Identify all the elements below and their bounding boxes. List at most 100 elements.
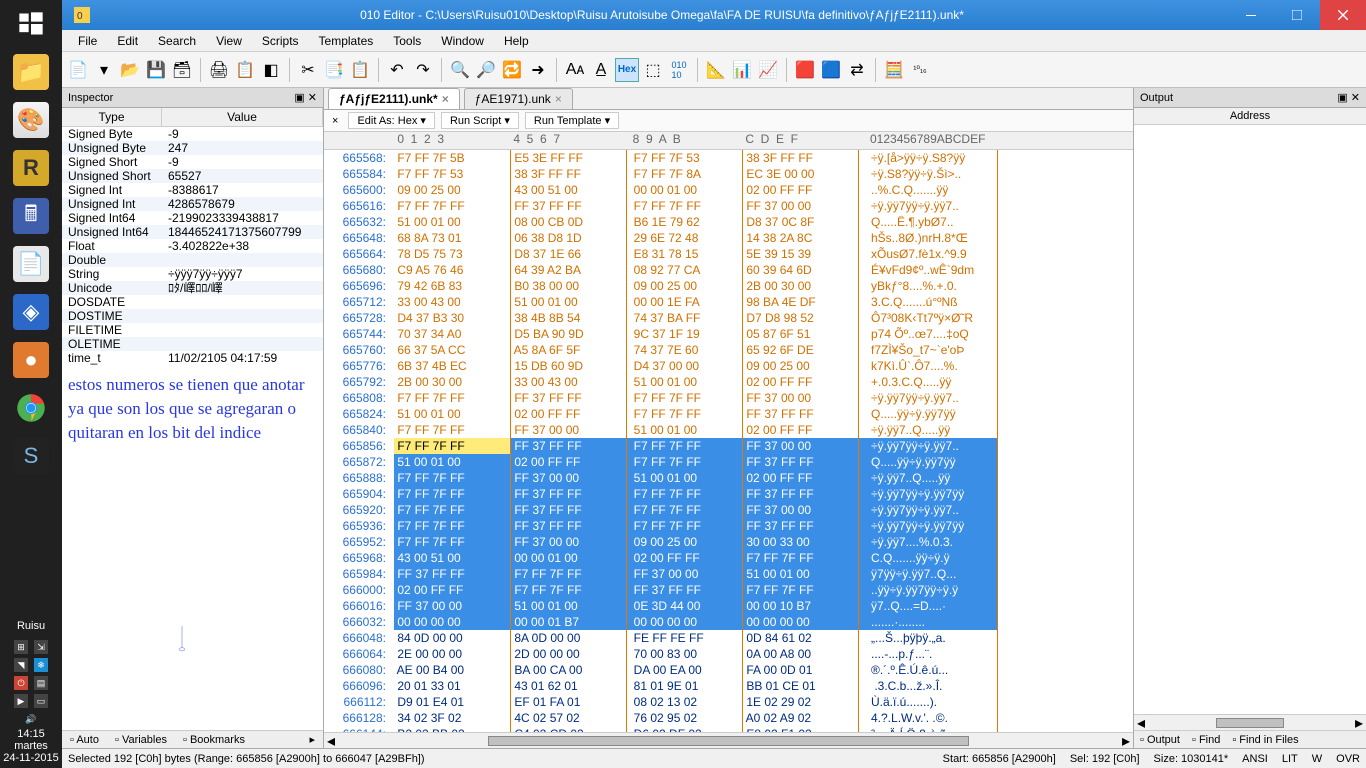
output-scrollbar[interactable]: ◂ ▸ [1134,714,1366,730]
find-icon[interactable]: 🔍 [448,58,472,82]
inspector-row[interactable]: Signed Int64-2199023339438817 [62,211,323,225]
hex-row[interactable]: 666064: 2E 00 00 00 2D 00 00 00 70 00 83… [324,646,1133,662]
file-tab[interactable]: ƒAƒjƒE2111).unk*× [328,88,460,109]
app-orange-icon[interactable]: ● [0,336,62,384]
redo-icon[interactable]: ↷ [411,58,435,82]
hex-row[interactable]: 666128: 34 02 3F 02 4C 02 57 02 76 02 95… [324,710,1133,726]
hex-row[interactable]: 665824: 51 00 01 00 02 00 FF FF F7 FF 7F… [324,406,1133,422]
calc-icon[interactable]: 🧮 [882,58,906,82]
inspector-row[interactable]: Unicodeﾛﾀ/嶧ﾛﾛ/嶧 [62,281,323,295]
start-button[interactable] [0,0,62,48]
right-tab-find-in-files[interactable]: ▫ Find in Files [1226,734,1304,746]
hex-row[interactable]: 665568: F7 FF 7F 5B E5 3E FF FF F7 FF 7F… [324,150,1133,166]
hex-row[interactable]: 665712: 33 00 43 00 51 00 01 00 00 00 1E… [324,294,1133,310]
hex-row[interactable]: 665664: 78 D5 75 73 D8 37 1E 66 E8 31 78… [324,246,1133,262]
tab-overflow-icon[interactable]: ▸ [301,733,323,746]
compare-icon[interactable]: ⇄ [845,58,869,82]
menu-view[interactable]: View [206,34,252,48]
file-explorer-icon[interactable]: 📁 [0,48,62,96]
inspector-header[interactable]: Inspector ▣✕ [62,88,323,108]
inspector-row[interactable]: Unsigned Byte247 [62,141,323,155]
inspector-row[interactable]: Unsigned Int6418446524171375607799 [62,225,323,239]
hex-row[interactable]: 666080: AE 00 B4 00 BA 00 CA 00 DA 00 EA… [324,662,1133,678]
hex-row[interactable]: 665680: C9 A5 76 46 64 39 A2 BA 08 92 77… [324,262,1133,278]
hex-row[interactable]: 665632: 51 00 01 00 08 00 CB 0D B6 1E 79… [324,214,1133,230]
tray-icon[interactable]: ❄ [34,658,48,672]
tray-icon[interactable]: ▤ [34,676,48,690]
app-dark-icon[interactable]: S [0,432,62,480]
notepad-icon[interactable]: 📄 [0,240,62,288]
edit-as-dropdown[interactable]: Edit As: Hex ▾ [348,112,435,129]
save-icon[interactable]: 💾 [144,58,168,82]
hex-body[interactable]: 665568: F7 FF 7F 5B E5 3E FF FF F7 FF 7F… [324,150,1133,732]
fontsmall-icon[interactable]: Aᴀ [563,58,587,82]
title-bar[interactable]: 0 010 Editor - C:\Users\Ruisu010\Desktop… [62,0,1366,30]
scroll-left-icon[interactable]: ◂ [327,731,335,749]
menu-edit[interactable]: Edit [107,34,148,48]
menu-window[interactable]: Window [431,34,494,48]
hex-row[interactable]: 666096: 20 01 33 01 43 01 62 01 81 01 9E… [324,678,1133,694]
left-tab-bookmarks[interactable]: ▫ Bookmarks [175,734,253,746]
calculator-icon[interactable]: 🖩 [0,192,62,240]
hex-row[interactable]: 665616: F7 FF 7F FF FF 37 FF FF F7 FF 7F… [324,198,1133,214]
right-tab-output[interactable]: ▫ Output [1134,734,1186,746]
inspector-row[interactable]: Unsigned Int4286578679 [62,197,323,211]
file-tab[interactable]: ƒAE1971).unk× [464,88,573,109]
th-value[interactable]: Value [162,108,323,126]
menu-search[interactable]: Search [148,34,206,48]
hex-row[interactable]: 665648: 68 8A 73 01 06 38 D8 1D 29 6E 72… [324,230,1133,246]
inspector-row[interactable]: DOSTIME [62,309,323,323]
scroll-right-icon[interactable]: ▸ [1122,731,1130,749]
hex-row[interactable]: 665840: F7 FF 7F FF FF 37 00 00 51 00 01… [324,422,1133,438]
copy-icon[interactable]: 📑 [322,58,346,82]
tray-volume-icon[interactable]: 🔊 [24,712,38,726]
left-tab-variables[interactable]: ▫ Variables [107,734,175,746]
hex-row[interactable]: 665968: 43 00 51 00 00 00 01 00 02 00 FF… [324,550,1133,566]
close-tab-icon[interactable]: × [555,92,562,106]
hex-row[interactable]: 665856: F7 FF 7F FF FF 37 FF FF F7 FF 7F… [324,438,1133,454]
hex-row[interactable]: 665936: F7 FF 7F FF FF 37 FF FF F7 FF 7F… [324,518,1133,534]
hex-row[interactable]: 665792: 2B 00 30 00 33 00 43 00 51 00 01… [324,374,1133,390]
hex-row[interactable]: 665696: 79 42 6B 83 B0 38 00 00 09 00 25… [324,278,1133,294]
inspector-row[interactable]: time_t11/02/2105 04:17:59 [62,351,323,365]
replace-icon[interactable]: 🔁 [500,58,524,82]
hex-row[interactable]: 665728: D4 37 B3 30 38 4B 8B 54 74 37 BA… [324,310,1133,326]
hex-row[interactable]: 665872: 51 00 01 00 02 00 FF FF F7 FF 7F… [324,454,1133,470]
hex-toggle-icon[interactable]: Hex [615,58,639,82]
inspector-row[interactable]: Signed Short-9 [62,155,323,169]
maximize-button[interactable] [1274,0,1320,30]
inspector-row[interactable]: DOSDATE [62,295,323,309]
output-th[interactable]: Address [1134,108,1366,125]
undo-icon[interactable]: ↶ [385,58,409,82]
panel-controls[interactable]: ▣✕ [294,91,317,104]
close-tab-icon[interactable]: × [442,92,449,106]
chrome-icon[interactable] [0,384,62,432]
tool2-icon[interactable]: 📊 [730,58,754,82]
menu-file[interactable]: File [68,34,107,48]
tray-icon[interactable]: ◥ [14,658,28,672]
saveall-icon[interactable]: 🗃 [170,58,194,82]
run-script-dropdown[interactable]: Run Script ▾ [441,112,519,129]
hex-row[interactable]: 665984: FF 37 FF FF F7 FF 7F FF FF 37 00… [324,566,1133,582]
hex-row[interactable]: 666000: 02 00 FF FF F7 FF 7F FF FF 37 FF… [324,582,1133,598]
inspector-row[interactable]: Unsigned Short65527 [62,169,323,183]
hex-row[interactable]: 666112: D9 01 E4 01 EF 01 FA 01 08 02 13… [324,694,1133,710]
list-icon[interactable]: 📋 [233,58,257,82]
toggle-icon[interactable]: ◧ [259,58,283,82]
hex-row[interactable]: 665760: 66 37 5A CC A5 8A 6F 5F 74 37 7E… [324,342,1133,358]
menu-templates[interactable]: Templates [309,34,384,48]
highlight1-icon[interactable]: 🟥 [793,58,817,82]
hex-row[interactable]: 665744: 70 37 34 A0 D5 BA 90 9D 9C 37 1F… [324,326,1133,342]
inspector-row[interactable]: FILETIME [62,323,323,337]
hex-row[interactable]: 665888: F7 FF 7F FF FF 37 00 00 51 00 01… [324,470,1133,486]
hex-row[interactable]: 666048: 84 0D 00 00 8A 0D 00 00 FE FF FE… [324,630,1133,646]
paste-icon[interactable]: 📋 [348,58,372,82]
hex-row[interactable]: 665600: 09 00 25 00 43 00 51 00 00 00 01… [324,182,1133,198]
app-r-icon[interactable]: R [0,144,62,192]
tray-icon[interactable]: ⏻ [14,676,28,690]
print-icon[interactable]: 🖨 [207,58,231,82]
highlight2-icon[interactable]: 🟦 [819,58,843,82]
hex-row[interactable]: 665952: F7 FF 7F FF FF 37 00 00 09 00 25… [324,534,1133,550]
fontbig-icon[interactable]: A̲ [589,58,613,82]
inspector-row[interactable]: Signed Byte-9 [62,127,323,141]
